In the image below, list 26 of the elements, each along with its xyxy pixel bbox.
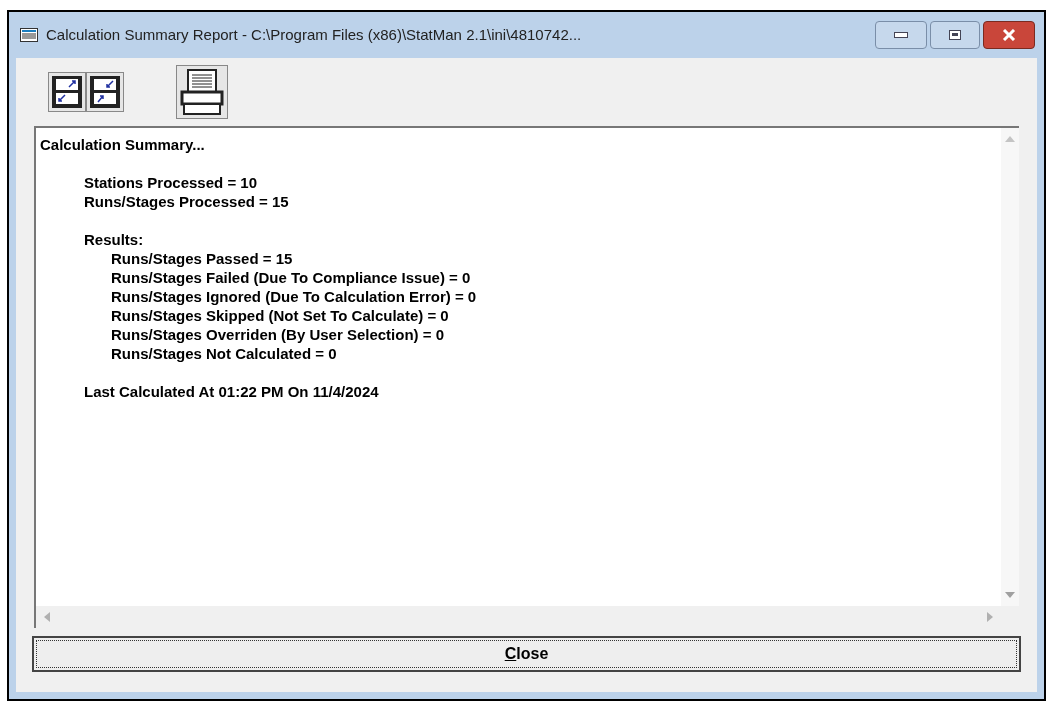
close-window-button[interactable] [983,21,1035,49]
window-arrows-icon [89,75,121,109]
minimize-icon [894,32,908,38]
printer-icon [180,68,224,116]
close-button[interactable]: Close [32,636,1021,672]
report-line: Runs/Stages Processed = 15 [84,192,290,211]
minimize-button[interactable] [875,21,927,49]
report-line: Runs/Stages Skipped (Not Set To Calculate) = 0 [111,306,450,325]
report-line: Runs/Stages Failed (Due To Compliance Issue) = 0 [111,268,472,287]
tile-vertical-button[interactable] [48,72,86,112]
report-line: Runs/Stages Ignored (Due To Calculation Error) = 0 [111,287,478,306]
maximize-button[interactable] [930,21,980,49]
window-arrows-icon [51,75,83,109]
print-button[interactable] [176,65,228,119]
report-line: Runs/Stages Overriden (By User Selection) = 0 [111,325,446,344]
last-calculated-line: Last Calculated At 01:22 PM On 11/4/2024 [84,382,380,401]
report-line: Stations Processed = 10 [84,173,258,192]
results-label: Results: [84,230,145,249]
window-menu-icon [20,28,38,42]
close-icon [1002,29,1016,41]
window-title: Calculation Summary Report - C:\Program Files (x86)\StatMan 2.1\ini\4810742... [46,24,582,45]
tile-horizontal-button[interactable] [86,72,124,112]
report-line: Runs/Stages Not Calculated = 0 [111,344,338,363]
report-heading: Calculation Summary... [40,135,206,154]
report-line: Runs/Stages Passed = 15 [111,249,294,268]
maximize-icon [949,30,961,40]
